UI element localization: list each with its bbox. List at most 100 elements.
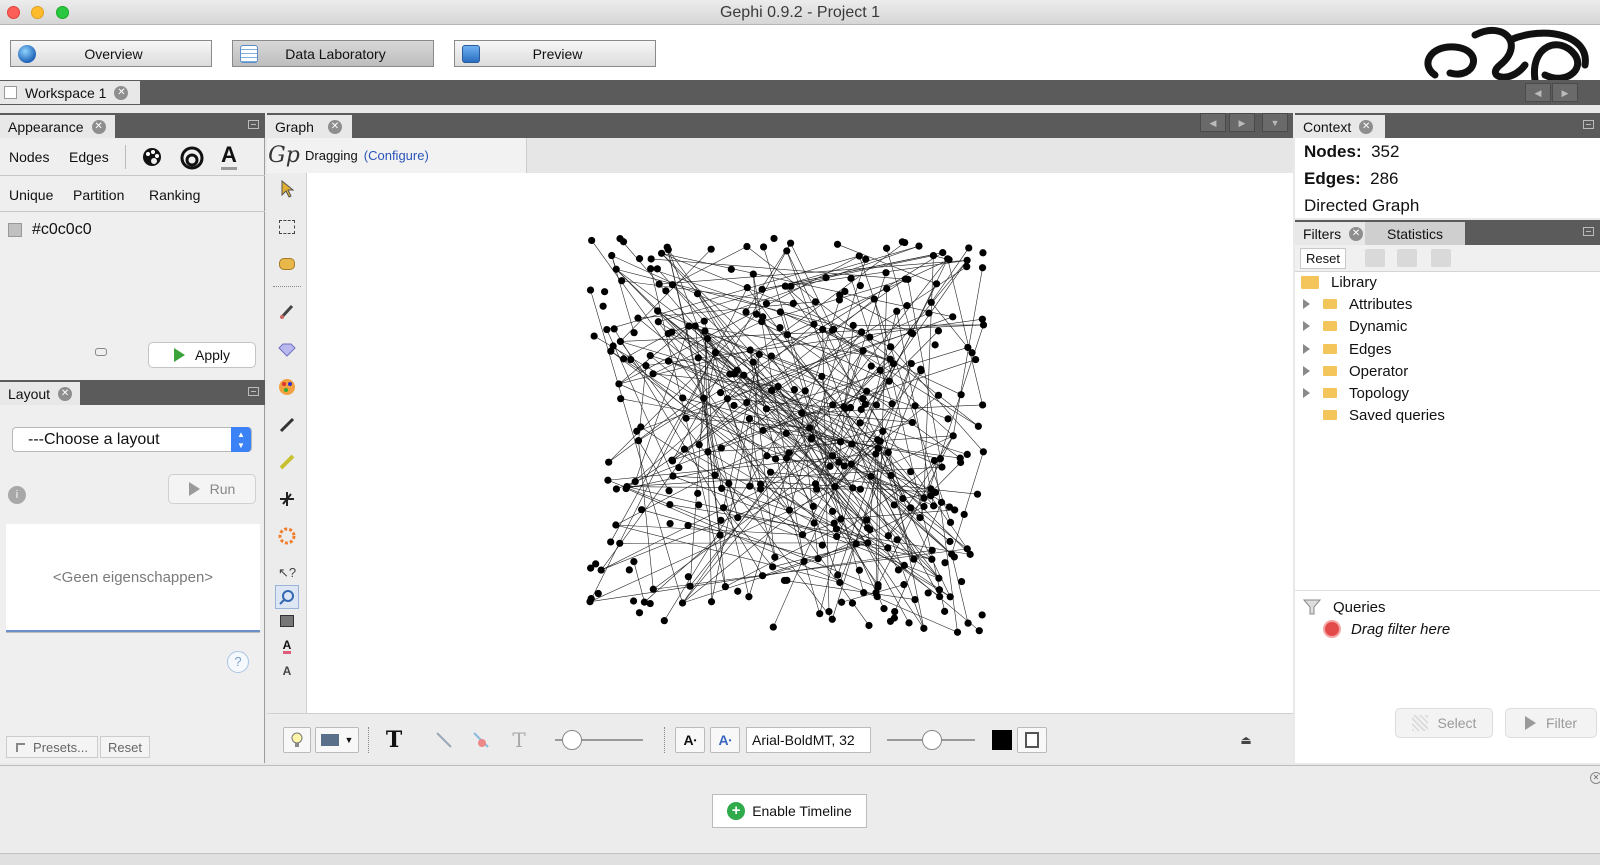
graph-node[interactable] <box>887 471 895 480</box>
graph-node[interactable] <box>828 615 836 623</box>
graph-node[interactable] <box>767 386 776 395</box>
graph-node[interactable] <box>911 402 919 410</box>
graph-node[interactable] <box>647 265 655 273</box>
presets-button[interactable]: Presets... <box>6 736 98 758</box>
graph-node[interactable] <box>944 415 952 423</box>
graph-node[interactable] <box>974 422 982 430</box>
filters-tab[interactable]: Filters ✕ <box>1295 222 1365 245</box>
tree-item-operator[interactable]: Operator <box>1303 361 1408 381</box>
graph-node[interactable] <box>707 598 716 606</box>
tree-item-dynamic[interactable]: Dynamic <box>1303 316 1407 336</box>
graph-node[interactable] <box>642 362 650 370</box>
graph-node[interactable] <box>701 327 709 335</box>
graph-node[interactable] <box>826 462 834 470</box>
graph-node[interactable] <box>960 510 968 519</box>
graph-node[interactable] <box>634 314 642 322</box>
close-icon[interactable]: ✕ <box>91 119 106 134</box>
graph-node[interactable] <box>836 438 845 446</box>
graph-node[interactable] <box>635 255 644 263</box>
graph-node[interactable] <box>767 352 775 360</box>
edge-icon[interactable] <box>432 727 456 753</box>
graph-node[interactable] <box>615 380 623 388</box>
graph-node[interactable] <box>769 623 777 631</box>
help-pointer-icon[interactable]: ↖? <box>275 561 299 585</box>
graph-node[interactable] <box>612 521 620 529</box>
graph-node[interactable] <box>695 441 703 449</box>
graph-node[interactable] <box>863 387 871 395</box>
graph-node[interactable] <box>888 400 896 408</box>
graph-node[interactable] <box>865 621 873 630</box>
graph-node[interactable] <box>864 539 872 547</box>
graph-node[interactable] <box>666 500 674 509</box>
show-labels-icon[interactable]: T <box>382 727 406 753</box>
graph-node[interactable] <box>605 458 613 466</box>
graph-node[interactable] <box>769 563 777 571</box>
graph-node[interactable] <box>855 566 864 574</box>
graph-node[interactable] <box>695 501 703 509</box>
heat-map-icon[interactable] <box>275 524 299 548</box>
graph-node[interactable] <box>930 456 939 465</box>
graph-node[interactable] <box>886 617 895 625</box>
graph-node[interactable] <box>915 242 923 250</box>
graph-node[interactable] <box>647 255 655 263</box>
graph-node[interactable] <box>949 432 957 440</box>
graph-node[interactable] <box>837 598 846 606</box>
graph-node[interactable] <box>717 516 725 524</box>
workspace-scroll-left-button[interactable]: ◀ <box>1525 83 1551 102</box>
graph-node[interactable] <box>849 484 857 492</box>
graph-node[interactable] <box>619 238 628 246</box>
graph-node[interactable] <box>617 395 625 403</box>
graph-node[interactable] <box>863 516 871 524</box>
close-icon[interactable]: ✕ <box>1359 119 1374 134</box>
graph-node[interactable] <box>774 382 782 391</box>
font-field[interactable]: Arial-BoldMT, 32 <box>746 727 871 753</box>
graph-node[interactable] <box>935 574 943 582</box>
graph-node[interactable] <box>928 546 936 554</box>
graph-node[interactable] <box>664 357 673 365</box>
graph-node[interactable] <box>873 592 881 601</box>
graph-node[interactable] <box>809 502 817 510</box>
graph-node[interactable] <box>620 355 628 363</box>
graph-node[interactable] <box>975 627 983 635</box>
graph-node[interactable] <box>627 355 635 364</box>
graph-node[interactable] <box>734 514 742 522</box>
graph-node[interactable] <box>752 310 761 318</box>
graph-node[interactable] <box>675 463 683 472</box>
graph-node[interactable] <box>665 487 673 495</box>
graph-node[interactable] <box>745 593 753 601</box>
graph-node[interactable] <box>920 494 928 502</box>
graph-node[interactable] <box>908 418 916 427</box>
graph-node[interactable] <box>694 354 702 362</box>
pencil-icon[interactable] <box>275 413 299 437</box>
graph-node[interactable] <box>782 429 790 438</box>
graph-node[interactable] <box>662 287 670 295</box>
graph-node[interactable] <box>900 561 908 569</box>
graph-node[interactable] <box>944 255 952 263</box>
appearance-tab[interactable]: Appearance ✕ <box>0 115 115 138</box>
minimize-icon[interactable] <box>1583 120 1594 129</box>
link-icon[interactable] <box>95 348 107 356</box>
graph-node[interactable] <box>682 414 690 422</box>
graph-node[interactable] <box>610 325 618 333</box>
edge-pencil-icon[interactable] <box>275 450 299 474</box>
graph-node[interactable] <box>625 566 633 574</box>
graph-node[interactable] <box>587 595 595 603</box>
graph-node[interactable] <box>860 589 868 597</box>
label-color-icon[interactable]: A <box>221 143 237 170</box>
drag-hand-icon[interactable] <box>275 252 299 276</box>
graph-node[interactable] <box>911 596 919 604</box>
graph-node[interactable] <box>941 607 949 615</box>
unique-color-row[interactable]: #c0c0c0 <box>8 221 92 239</box>
graph-node[interactable] <box>684 573 692 581</box>
graph-node[interactable] <box>904 275 912 283</box>
preview-button[interactable]: Preview <box>454 40 656 67</box>
graph-node[interactable] <box>586 286 595 294</box>
graph-node[interactable] <box>758 572 767 580</box>
graph-node[interactable] <box>719 504 728 512</box>
font-decrease-button[interactable]: A • <box>675 727 705 753</box>
run-button[interactable]: Run <box>168 474 256 504</box>
graph-node[interactable] <box>811 480 820 488</box>
graph-node[interactable] <box>680 445 689 453</box>
graph-node[interactable] <box>704 448 712 456</box>
graph-node[interactable] <box>607 347 615 355</box>
